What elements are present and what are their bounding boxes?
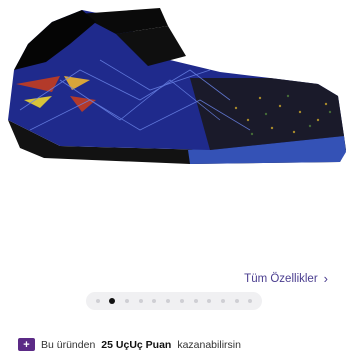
gallery-dot[interactable] [166,299,171,303]
gallery-dot[interactable] [125,299,130,303]
gallery-dot-active[interactable] [109,298,116,304]
gallery-dot[interactable] [152,299,157,303]
points-promo: + Bu üründen 25 UçUç Puan kazanabilirsin [18,338,241,351]
gallery-dot[interactable] [193,299,198,303]
all-features-link[interactable]: Tüm Özellikler › [244,272,328,285]
product-image [8,8,346,164]
gallery-dot[interactable] [95,299,100,303]
promo-points: 25 UçUç Puan [101,338,172,351]
all-features-label: Tüm Özellikler [244,272,318,285]
promo-prefix: Bu üründen [41,338,96,351]
chevron-right-icon: › [323,271,328,286]
gallery-dot[interactable] [220,299,225,303]
promo-suffix: kazanabilirsin [177,338,241,351]
plus-badge-icon: + [18,338,35,351]
gallery-dot[interactable] [138,299,143,303]
gallery-dot[interactable] [179,299,184,303]
gallery-dot[interactable] [207,299,212,303]
gallery-dot[interactable] [234,299,239,303]
gallery-pagination[interactable] [86,292,262,310]
product-image-gallery[interactable] [0,0,350,262]
gallery-dot[interactable] [248,299,253,303]
